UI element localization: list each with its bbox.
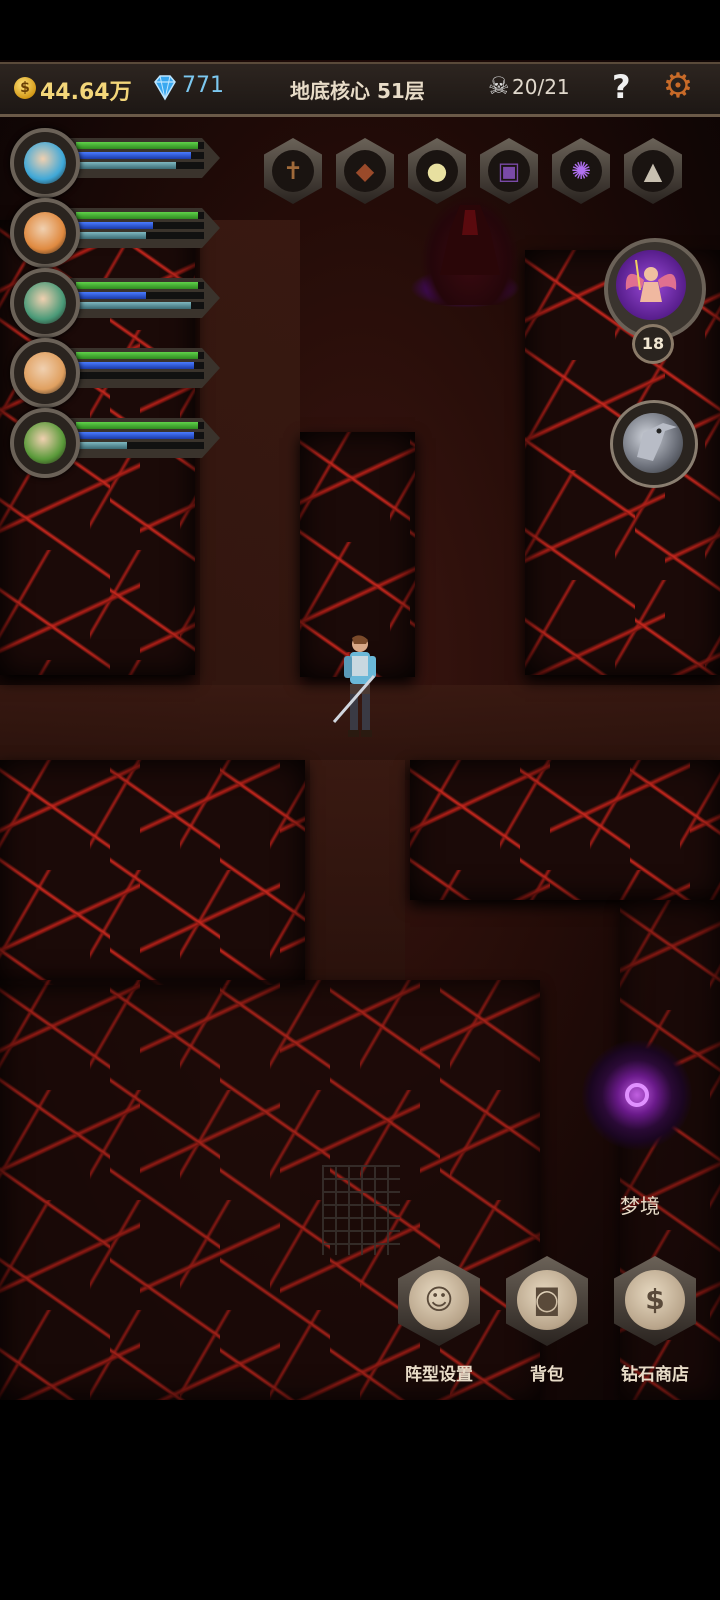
hero-portrait: [10, 128, 80, 198]
hero-portrait: [10, 268, 80, 338]
hero-face-icon: [24, 212, 66, 254]
hero-face-icon: [24, 142, 66, 184]
dream-portal-button[interactable]: [582, 1040, 692, 1150]
gold-coin-icon: $: [14, 77, 36, 99]
xp-bar-track: [76, 372, 204, 379]
eagle-skill-button[interactable]: ▲: [624, 138, 682, 204]
shadow-enemy[interactable]: [420, 195, 520, 305]
hp-bar: [76, 282, 198, 289]
diamond-shop-button[interactable]: $ 钻石商店: [610, 1256, 700, 1386]
mp-bar: [76, 152, 191, 159]
hp-bar: [76, 212, 198, 219]
settings-gear-icon[interactable]: ⚙: [660, 68, 696, 104]
floor-grate: [322, 1165, 400, 1255]
mp-bar: [76, 222, 153, 229]
void-vortex-skill-icon: ✺: [560, 150, 602, 192]
raven-companion-button[interactable]: [610, 400, 698, 488]
top-resource-bar: $ 44.64万 771 地底核心 51层 ☠ 20/21 ? ⚙: [0, 62, 720, 117]
party-member[interactable]: [10, 268, 220, 338]
hero-portrait: [10, 408, 80, 478]
player-swordsman: [330, 632, 390, 747]
mp-bar: [76, 362, 194, 369]
bag-button[interactable]: ◙ 背包: [502, 1256, 592, 1386]
hero-face-icon: [24, 422, 66, 464]
diamond-amount: 771: [182, 73, 224, 98]
xp-bar: [76, 302, 191, 309]
hero-face-icon: [24, 352, 66, 394]
party-member[interactable]: [10, 128, 220, 198]
hp-bar: [76, 142, 198, 149]
hp-bar: [76, 422, 198, 429]
xp-bar: [76, 232, 146, 239]
party-member[interactable]: [10, 338, 220, 408]
kill-counter: 20/21: [512, 75, 570, 99]
mp-bar: [76, 432, 194, 439]
raven-icon: [623, 413, 683, 473]
angel-boss-icon: [616, 250, 686, 320]
spellbook-skill-icon: ▣: [488, 150, 530, 192]
lava-rock-block: [0, 760, 305, 985]
corridor-floor: [310, 760, 405, 980]
boss-portrait-button[interactable]: 18: [596, 228, 706, 364]
xp-bar: [76, 442, 127, 449]
xp-bar: [76, 162, 176, 169]
bread-skill-icon: ●: [416, 150, 458, 192]
scale-armor-skill-button[interactable]: ◆: [336, 138, 394, 204]
party-member[interactable]: [10, 408, 220, 478]
formation-label: 阵型设置: [405, 1365, 473, 1385]
coffin-skill-button[interactable]: ✝: [264, 138, 322, 204]
diamond-icon: [150, 72, 180, 102]
bread-skill-button[interactable]: ●: [408, 138, 466, 204]
dollar-icon: $: [625, 1270, 685, 1330]
formation-icon: ☺: [409, 1270, 469, 1330]
boss-level-badge: 18: [632, 324, 674, 364]
eagle-skill-icon: ▲: [632, 150, 674, 192]
skull-icon: ☠: [488, 72, 510, 100]
hero-portrait: [10, 198, 80, 268]
scale-armor-skill-icon: ◆: [344, 150, 386, 192]
help-button[interactable]: ?: [612, 68, 631, 106]
coffin-skill-icon: ✝: [272, 150, 314, 192]
party-member[interactable]: [10, 198, 220, 268]
lava-rock-block: [410, 760, 720, 900]
dungeon-floor-title: 地底核心 51层: [290, 79, 425, 103]
bag-label: 背包: [530, 1365, 564, 1385]
hero-portrait: [10, 338, 80, 408]
bag-icon: ◙: [517, 1270, 577, 1330]
portal-swirl-icon: [625, 1083, 649, 1107]
gold-amount: 44.64万: [40, 80, 132, 105]
formation-button[interactable]: ☺ 阵型设置: [394, 1256, 484, 1386]
diamond-shop-label: 钻石商店: [621, 1365, 689, 1385]
void-vortex-skill-button[interactable]: ✺: [552, 138, 610, 204]
dream-portal-label: 梦境: [620, 1194, 660, 1218]
status-bar-area: [0, 0, 720, 60]
hero-face-icon: [24, 282, 66, 324]
spellbook-skill-button[interactable]: ▣: [480, 138, 538, 204]
mp-bar: [76, 292, 146, 299]
navigation-bar-area: [0, 1400, 720, 1600]
hp-bar: [76, 352, 198, 359]
